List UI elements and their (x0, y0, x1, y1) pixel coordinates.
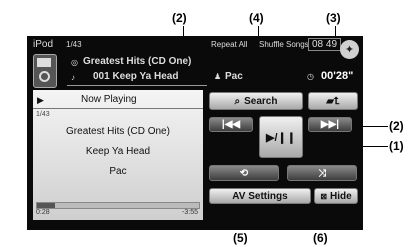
artist-icon: ♟ (214, 72, 222, 81)
callout-3: (3) (326, 11, 341, 25)
hide-label: Hide (330, 190, 352, 202)
repeat-icon: ⟲ (239, 167, 249, 179)
clock: 08 49 (308, 38, 342, 51)
panel-song: Keep Ya Head (85, 146, 151, 157)
search-icon: ⌕ (234, 95, 241, 107)
shuffle-status: Shuffle Songs (259, 40, 309, 49)
callout-2-left: (2) (172, 11, 187, 25)
track-line: 001 Keep Ya Head (93, 71, 179, 82)
play-indicator-icon: ▶ (37, 95, 44, 105)
repeat-status: Repeat All (211, 40, 248, 49)
panel-counter: 1/43 (36, 111, 50, 118)
av-settings-button[interactable]: AV Settings (209, 188, 311, 204)
skip-back-icon: |◀◀ (221, 119, 241, 130)
callout-6: (6) (313, 231, 328, 245)
av-settings-label: AV Settings (232, 190, 288, 202)
clock-icon: ◷ (307, 72, 314, 81)
elapsed-time: 00'28" (321, 70, 354, 82)
hide-icon: ⊠ (320, 191, 328, 201)
now-playing-label: Now Playing (81, 94, 137, 105)
callout-4: (4) (249, 11, 264, 25)
previous-track-button[interactable]: |◀◀ (209, 117, 253, 132)
callout-2-right: (2) (389, 119, 404, 133)
progress-bar[interactable] (36, 202, 200, 209)
ipod-device-icon (33, 54, 57, 88)
album-icon: ◎ (71, 58, 78, 67)
panel-artist: Pac (109, 166, 127, 177)
ipod-screen: iPod 1/43 Repeat All Shuffle Songs 08 49… (27, 36, 363, 230)
skip-forward-icon: ▶▶| (320, 119, 340, 130)
callout-1: (1) (389, 139, 404, 153)
shuffle-icon: ⤨ (318, 167, 326, 179)
play-pause-button[interactable]: ▶/❙❙ (259, 116, 303, 158)
panel-separator (33, 108, 203, 109)
search-button[interactable]: ⌕ Search (209, 92, 303, 110)
artist-name: Pac (225, 71, 243, 82)
next-track-button[interactable]: ▶▶| (308, 117, 352, 132)
search-label: Search (244, 95, 278, 107)
now-playing-panel: ▶ Now Playing 1/43 Greatest Hits (CD One… (33, 90, 203, 220)
shuffle-button[interactable]: ⤨ (287, 165, 357, 181)
ipod-source-label: iPod (33, 39, 54, 50)
repeat-button[interactable]: ⟲ (209, 165, 279, 181)
album-name: Greatest Hits (CD One) (83, 56, 192, 67)
hide-button[interactable]: ⊠ Hide (314, 188, 358, 204)
track-counter: 1/43 (66, 40, 82, 49)
track-line-underline (67, 85, 207, 86)
elapsed-label: 0:28 (36, 209, 50, 216)
gear-icon[interactable]: ✦ (340, 40, 359, 59)
song-icon: ♪ (71, 73, 75, 82)
browse-folder-button[interactable]: ▰⮤ (308, 92, 358, 110)
folder-up-icon: ▰⮤ (326, 95, 340, 107)
remaining-label: -3:55 (182, 209, 198, 216)
play-pause-icon: ▶/❙❙ (266, 131, 296, 144)
panel-album: Greatest Hits (CD One) (66, 126, 170, 137)
progress-fill (37, 203, 55, 208)
callout-5: (5) (233, 231, 248, 245)
